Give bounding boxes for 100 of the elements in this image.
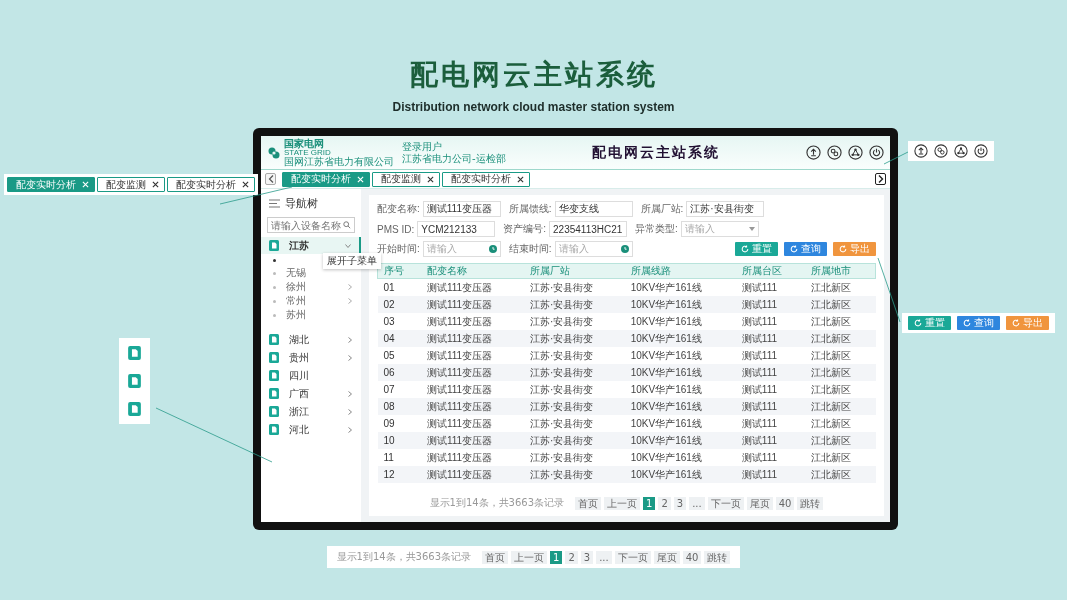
table-cell: 03 [377, 313, 421, 330]
page-button[interactable]: ... [689, 496, 705, 510]
table-cell: 测试111 [735, 432, 806, 449]
page-button[interactable]: 首页 [482, 550, 509, 564]
logo-name: 国家电网 [284, 139, 324, 148]
table-cell: 05 [377, 347, 421, 364]
table-cell: 10KV华产161线 [624, 398, 736, 415]
table-cell: 10KV华产161线 [624, 415, 736, 432]
table-cell: 江北新区 [805, 398, 876, 415]
action-button[interactable]: 查询 [957, 316, 1000, 330]
tooltip: 展开子菜单 [323, 253, 381, 269]
table-cell: 江苏·安县街变 [524, 313, 625, 330]
page-button[interactable]: 40 [682, 550, 702, 564]
page-button[interactable]: 跳转 [797, 496, 824, 510]
table-cell: 07 [377, 381, 421, 398]
table-cell: 08 [377, 398, 421, 415]
table-cell: 江北新区 [805, 415, 876, 432]
nav-item[interactable]: 广西 [261, 385, 361, 402]
page-button[interactable]: 上一页 [604, 496, 641, 510]
table-cell: 04 [377, 330, 421, 347]
nav-subitem[interactable]: 苏州 [261, 308, 361, 322]
filter-label: PMS ID: [377, 223, 415, 235]
page-button[interactable]: 3 [673, 496, 687, 510]
table-cell: 01 [377, 278, 421, 296]
action-button[interactable]: 重置 [735, 242, 778, 256]
filter-label: 所属厂站: [640, 202, 684, 216]
column-header: 配变名称 [420, 263, 525, 279]
page-button[interactable]: 尾页 [746, 496, 773, 510]
column-header: 所属地市 [805, 263, 876, 279]
input-field[interactable]: 测试111变压器 [422, 201, 501, 217]
tab[interactable]: 配变监测 [97, 177, 165, 192]
filter-label: 结束时间: [508, 242, 552, 256]
table-cell: 江北新区 [805, 330, 876, 347]
table-cell: 江北新区 [805, 347, 876, 364]
search-field[interactable]: 请输入设备名称 [267, 217, 355, 233]
table-cell: 10KV华产161线 [624, 313, 736, 330]
nav-subitem[interactable]: 无锡 [261, 266, 361, 280]
table-cell: 测试111 [735, 313, 806, 330]
table-cell: 09 [377, 415, 421, 432]
nav-title: 导航树 [285, 195, 318, 211]
app-title: 配电网云主站系统 [590, 143, 721, 162]
input-field[interactable]: 22354113HC21 [549, 221, 627, 237]
table-cell: 江苏·安县街变 [524, 296, 625, 313]
table-cell: 江苏·安县街变 [524, 398, 625, 415]
input-field[interactable]: 华变支线 [554, 201, 633, 217]
nav-item[interactable]: 江苏 [261, 237, 361, 254]
action-button[interactable]: 重置 [908, 316, 951, 330]
page-button[interactable]: 下一页 [614, 550, 651, 564]
tab[interactable]: 配变实时分析 [167, 177, 255, 192]
table-cell: 测试111 [735, 381, 806, 398]
nav-item[interactable]: 浙江 [261, 403, 361, 420]
tab[interactable]: 配变实时分析 [442, 171, 530, 187]
table-cell: 10KV华产161线 [624, 278, 736, 296]
nav-item[interactable]: 湖北 [261, 331, 361, 348]
nav-subitem[interactable]: 常州 [261, 294, 361, 308]
page-button[interactable]: 3 [580, 550, 594, 564]
column-header: 序号 [377, 263, 421, 279]
table-cell: 江苏·安县街变 [524, 415, 625, 432]
table-cell: 测试111 [735, 347, 806, 364]
page-button[interactable]: 2 [658, 496, 671, 510]
table-cell: 测试111 [735, 278, 806, 296]
nav-item[interactable]: 河北 [261, 421, 361, 438]
page-button[interactable]: 40 [775, 496, 795, 510]
logo-company: 国网江苏省电力有限公司 [284, 157, 394, 166]
page-button[interactable]: 首页 [575, 496, 602, 510]
page-button[interactable]: 尾页 [653, 550, 680, 564]
nav-item[interactable]: 四川 [261, 367, 361, 384]
table-cell: 江北新区 [805, 466, 876, 483]
page-button[interactable]: 1 [643, 496, 656, 510]
page-button[interactable]: 跳转 [704, 550, 731, 564]
table-cell: 10KV华产161线 [624, 381, 736, 398]
table-cell: 10KV华产161线 [624, 296, 736, 313]
page-button[interactable]: 上一页 [511, 550, 548, 564]
page-subtitle: Distribution network cloud master station system [392, 100, 675, 114]
pagination-summary: 显示1到14条，共3663条记录 [429, 496, 565, 510]
table-cell: 江北新区 [805, 313, 876, 330]
page-button[interactable]: 下一页 [707, 496, 744, 510]
pagination-summary: 显示1到14条，共3663条记录 [336, 550, 472, 564]
table-cell: 江苏·安县街变 [524, 347, 625, 364]
page-button[interactable]: ... [596, 550, 612, 564]
input-field[interactable]: YCM212133 [417, 221, 496, 237]
table-cell: 测试111变压器 [420, 398, 525, 415]
table-cell: 测试111变压器 [420, 432, 525, 449]
tab[interactable]: 配变实时分析 [7, 177, 95, 192]
nav-subitem[interactable]: 徐州 [261, 280, 361, 294]
table-cell: 测试111 [735, 364, 806, 381]
nav-item[interactable]: 贵州 [261, 349, 361, 366]
table-cell: 测试111 [735, 415, 806, 432]
table-cell: 江北新区 [805, 381, 876, 398]
page-button[interactable]: 2 [565, 550, 578, 564]
filter-label: 所属馈线: [508, 202, 552, 216]
tab[interactable]: 配变监测 [372, 171, 440, 187]
action-button[interactable]: 查询 [784, 242, 827, 256]
table-cell: 江北新区 [805, 278, 876, 296]
table-cell: 测试111 [735, 296, 806, 313]
page-button[interactable]: 1 [550, 550, 563, 564]
input-field[interactable]: 江苏·安县街变 [686, 201, 765, 217]
table-cell: 江苏·安县街变 [524, 381, 625, 398]
tab[interactable]: 配变实时分析 [282, 171, 370, 187]
filter-label: 配变名称: [377, 202, 420, 216]
